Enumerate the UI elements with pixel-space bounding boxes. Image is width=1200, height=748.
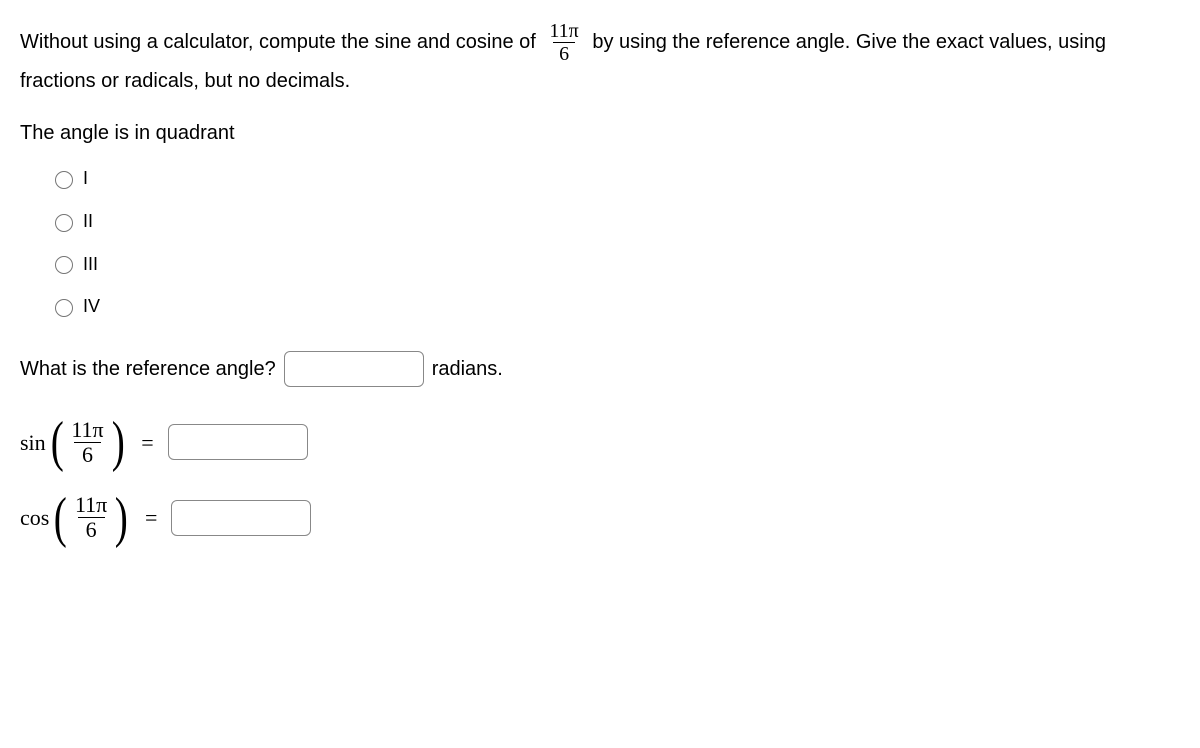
cos-input[interactable] bbox=[171, 500, 311, 536]
radio-i[interactable] bbox=[55, 171, 73, 189]
sin-input[interactable] bbox=[168, 424, 308, 460]
radio-ii[interactable] bbox=[55, 214, 73, 232]
radio-label-iii: III bbox=[83, 250, 98, 279]
sin-label: sin bbox=[20, 425, 46, 460]
sin-equals: = bbox=[141, 425, 153, 460]
left-paren-icon: ( bbox=[54, 493, 67, 543]
reference-angle-label: What is the reference angle? bbox=[20, 353, 276, 385]
sin-fraction: 11π 6 bbox=[68, 418, 106, 467]
question-text: Without using a calculator, compute the … bbox=[20, 20, 1180, 97]
cos-fraction-den: 6 bbox=[78, 517, 105, 542]
cos-label: cos bbox=[20, 500, 49, 535]
radio-option-i[interactable]: I bbox=[50, 164, 1180, 193]
cos-fraction: 11π 6 bbox=[72, 493, 110, 542]
radio-label-i: I bbox=[83, 164, 88, 193]
sin-argument: ( 11π 6 ) bbox=[48, 417, 128, 467]
radio-option-iii[interactable]: III bbox=[50, 250, 1180, 279]
radio-option-iv[interactable]: IV bbox=[50, 292, 1180, 321]
quadrant-label: The angle is in quadrant bbox=[20, 117, 1180, 149]
sin-fraction-den: 6 bbox=[74, 442, 101, 467]
right-paren-icon: ) bbox=[115, 493, 128, 543]
radio-label-iv: IV bbox=[83, 292, 100, 321]
question-prefix: Without using a calculator, compute the … bbox=[20, 31, 541, 53]
sin-fraction-num: 11π bbox=[68, 418, 106, 442]
reference-angle-unit: radians. bbox=[432, 353, 503, 385]
fraction-numerator: 11π bbox=[545, 20, 582, 42]
radio-iii[interactable] bbox=[55, 256, 73, 274]
cos-fraction-num: 11π bbox=[72, 493, 110, 517]
cos-equals: = bbox=[145, 500, 157, 535]
fraction-denominator: 6 bbox=[553, 42, 575, 65]
reference-angle-input[interactable] bbox=[284, 351, 424, 387]
angle-fraction: 11π 6 bbox=[545, 20, 582, 65]
radio-iv[interactable] bbox=[55, 299, 73, 317]
right-paren-icon: ) bbox=[111, 417, 124, 467]
quadrant-radio-group: I II III IV bbox=[20, 164, 1180, 321]
left-paren-icon: ( bbox=[50, 417, 63, 467]
reference-angle-row: What is the reference angle? radians. bbox=[20, 351, 1180, 387]
radio-label-ii: II bbox=[83, 207, 93, 236]
sin-row: sin ( 11π 6 ) = bbox=[20, 417, 1180, 467]
cos-argument: ( 11π 6 ) bbox=[51, 493, 131, 543]
radio-option-ii[interactable]: II bbox=[50, 207, 1180, 236]
cos-row: cos ( 11π 6 ) = bbox=[20, 493, 1180, 543]
